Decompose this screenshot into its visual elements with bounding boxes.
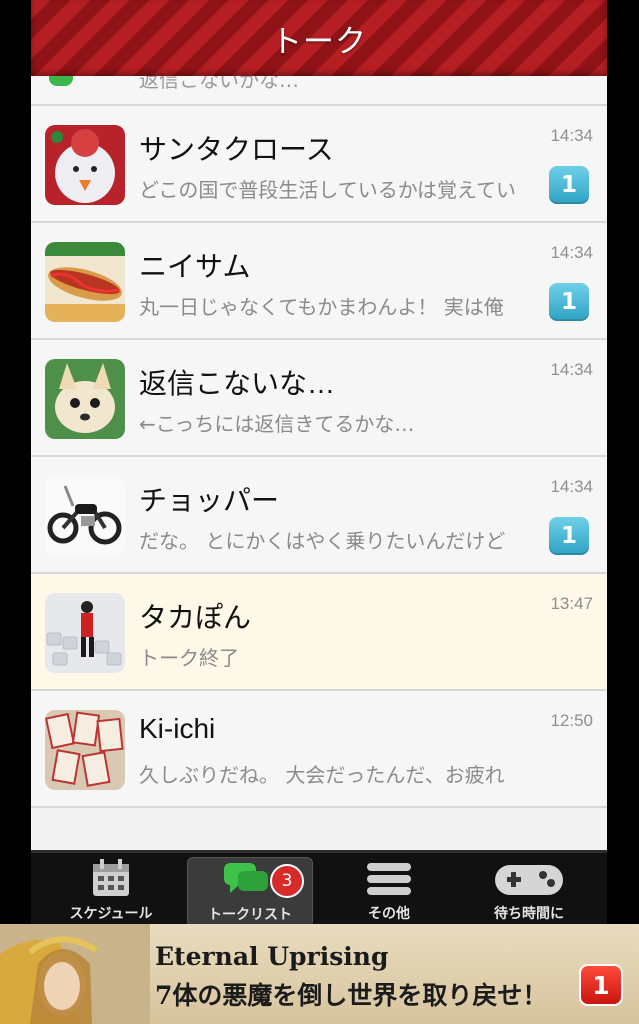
message-time: 14:34: [550, 126, 593, 145]
tab-schedule[interactable]: スケジュール: [49, 857, 173, 925]
menu-icon: [366, 857, 412, 901]
list-item[interactable]: ニイサム 丸一日じゃなくてもかまわんよ！ 実は俺 14:34 1: [31, 223, 607, 340]
ad-title: Eternal Uprising: [155, 942, 389, 971]
list-item[interactable]: Ki-ichi 久しぶりだね。 大会だったんだ、お疲れ 12:50: [31, 691, 607, 808]
list-item[interactable]: 返信こないな… ←こっちには返信きてるかな… 14:34: [31, 340, 607, 457]
tab-label: トークリスト: [208, 907, 292, 923]
unread-badge: 1: [549, 283, 589, 321]
bottom-tab-bar: スケジュール 3 トークリスト その他 待ち時間に: [31, 850, 607, 927]
tab-talk-list[interactable]: 3 トークリスト: [187, 857, 313, 927]
cards-avatar: [45, 710, 125, 790]
chihuahua-avatar: [45, 359, 125, 439]
tab-more[interactable]: その他: [327, 857, 451, 925]
chat-bubble-icon: 3: [222, 858, 304, 902]
figure-avatar: [45, 593, 125, 673]
message-preview: 丸一日じゃなくてもかまわんよ！ 実は俺: [139, 295, 504, 319]
message-time: 14:34: [550, 243, 593, 262]
list-item[interactable]: 返信こないかな…: [31, 76, 607, 106]
page-title: トーク: [271, 23, 367, 60]
contact-name: Ki-ichi: [139, 713, 216, 744]
tab-badge: 3: [270, 864, 304, 898]
contact-name: サンタクロース: [139, 134, 334, 165]
message-time: 14:34: [550, 360, 593, 379]
list-item[interactable]: サンタクロース どこの国で普段生活しているかは覚えてい 14:34 1: [31, 106, 607, 223]
ad-character-image: [0, 924, 150, 1024]
contact-name: タカぽん: [139, 602, 252, 633]
app-header: トーク: [31, 0, 607, 76]
talk-list[interactable]: 返信こないかな… サンタクロース どこの国で普段生活しているかは覚えてい 14:…: [31, 76, 607, 850]
ad-badge: 1: [579, 964, 623, 1006]
tab-label: スケジュール: [69, 906, 153, 922]
partial-message: 返信こないかな…: [139, 76, 299, 92]
hotdog-avatar: [45, 242, 125, 322]
calendar-icon: [90, 857, 132, 901]
message-time: 13:47: [550, 594, 593, 613]
message-preview: ←こっちには返信きてるかな…: [139, 412, 415, 436]
list-item[interactable]: チョッパー だな。 とにかくはやく乗りたいんだけど 14:34 1: [31, 457, 607, 574]
message-time: 12:50: [550, 711, 593, 730]
unread-badge: 1: [549, 166, 589, 204]
motorcycle-avatar: [45, 476, 125, 556]
ad-banner[interactable]: Eternal Uprising 7体の悪魔を倒し世界を取り戻せ！ 1: [0, 924, 639, 1024]
list-item[interactable]: タカぽん トーク終了 13:47: [31, 574, 607, 691]
gamepad-icon: [493, 857, 565, 901]
message-preview: 久しぶりだね。 大会だったんだ、お疲れ: [139, 763, 505, 787]
message-time: 14:34: [550, 477, 593, 496]
snowman-avatar: [45, 125, 125, 205]
message-preview: トーク終了: [139, 646, 239, 670]
message-preview: どこの国で普段生活しているかは覚えてい: [139, 178, 516, 202]
contact-name: チョッパー: [139, 485, 280, 516]
contact-name: ニイサム: [139, 251, 251, 282]
tab-label: 待ち時間に: [494, 906, 564, 922]
tab-waiting-games[interactable]: 待ち時間に: [467, 857, 591, 925]
ad-subtitle: 7体の悪魔を倒し世界を取り戻せ！: [155, 981, 548, 1010]
message-preview: だな。 とにかくはやく乗りたいんだけど: [139, 529, 506, 553]
contact-name: 返信こないな…: [139, 368, 336, 399]
tab-label: その他: [368, 906, 410, 922]
unread-badge: 1: [549, 517, 589, 555]
partial-avatar: [49, 76, 73, 86]
